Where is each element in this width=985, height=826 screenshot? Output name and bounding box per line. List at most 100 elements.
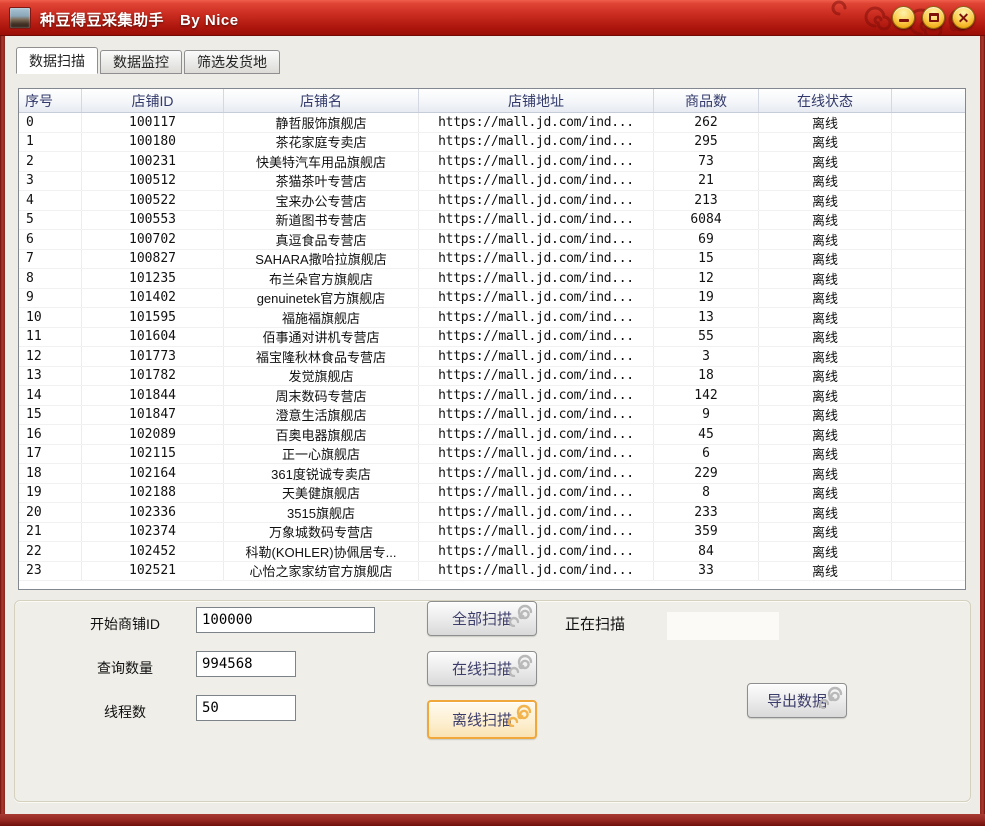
table-row[interactable]: 3 100512 茶猫茶叶专营店 https://mall.jd.com/ind… [19, 172, 965, 192]
table-row[interactable]: 12 101773 福宝隆秋林食品专营店 https://mall.jd.com… [19, 347, 965, 367]
table-row[interactable]: 16 102089 百奥电器旗舰店 https://mall.jd.com/in… [19, 425, 965, 445]
col-header-shop-url[interactable]: 店铺地址 [419, 89, 654, 112]
cell-shop-name: 布兰朵官方旗舰店 [224, 269, 419, 288]
table-row[interactable]: 21 102374 万象城数码专营店 https://mall.jd.com/i… [19, 523, 965, 543]
cell-empty [892, 367, 965, 386]
cell-shop-url: https://mall.jd.com/ind... [419, 250, 654, 269]
cell-item-count: 18 [654, 367, 759, 386]
maximize-icon [929, 13, 939, 22]
table-row[interactable]: 4 100522 宝来办公专营店 https://mall.jd.com/ind… [19, 191, 965, 211]
cell-shop-id: 102336 [82, 503, 224, 522]
scan-offline-button[interactable]: 离线扫描 [427, 700, 537, 739]
cell-item-count: 142 [654, 386, 759, 405]
table-row[interactable]: 0 100117 静哲服饰旗舰店 https://mall.jd.com/ind… [19, 113, 965, 133]
col-header-shop-name[interactable]: 店铺名 [224, 89, 419, 112]
cell-index: 0 [19, 113, 82, 132]
export-data-button[interactable]: 导出数据 [747, 683, 847, 718]
table-row[interactable]: 20 102336 3515旗舰店 https://mall.jd.com/in… [19, 503, 965, 523]
client-area: 数据扫描 数据监控 筛选发货地 序号 店铺ID 店铺名 店铺地址 商品数 在线状… [5, 36, 980, 814]
cell-item-count: 33 [654, 562, 759, 581]
cell-index: 18 [19, 464, 82, 483]
cell-empty [892, 308, 965, 327]
scan-online-button[interactable]: 在线扫描 [427, 651, 537, 686]
cell-index: 15 [19, 406, 82, 425]
table-row[interactable]: 5 100553 新道图书专营店 https://mall.jd.com/ind… [19, 211, 965, 231]
cell-shop-id: 102164 [82, 464, 224, 483]
cell-shop-url: https://mall.jd.com/ind... [419, 269, 654, 288]
cell-shop-name: 茶花家庭专卖店 [224, 133, 419, 152]
cell-item-count: 359 [654, 523, 759, 542]
cell-shop-name: SAHARA撒哈拉旗舰店 [224, 250, 419, 269]
cell-online-status: 离线 [759, 269, 892, 288]
cell-shop-id: 102521 [82, 562, 224, 581]
cell-shop-url: https://mall.jd.com/ind... [419, 191, 654, 210]
table-row[interactable]: 11 101604 佰事通对讲机专营店 https://mall.jd.com/… [19, 328, 965, 348]
cell-empty [892, 230, 965, 249]
start-shop-id-input[interactable] [196, 607, 375, 633]
table-row[interactable]: 10 101595 福施福旗舰店 https://mall.jd.com/ind… [19, 308, 965, 328]
window-frame-right [980, 36, 985, 826]
cell-shop-name: 静哲服饰旗舰店 [224, 113, 419, 132]
table-row[interactable]: 7 100827 SAHARA撒哈拉旗舰店 https://mall.jd.co… [19, 250, 965, 270]
close-icon: ✕ [958, 11, 970, 25]
cell-online-status: 离线 [759, 484, 892, 503]
query-count-label: 查询数量 [97, 658, 153, 678]
col-header-shop-id[interactable]: 店铺ID [82, 89, 224, 112]
query-count-input[interactable] [196, 651, 296, 677]
scanning-status-value [667, 612, 779, 640]
cell-online-status: 离线 [759, 191, 892, 210]
cell-item-count: 6 [654, 445, 759, 464]
cell-shop-url: https://mall.jd.com/ind... [419, 308, 654, 327]
cell-online-status: 离线 [759, 503, 892, 522]
cell-shop-name: 新道图书专营店 [224, 211, 419, 230]
cell-item-count: 233 [654, 503, 759, 522]
close-button[interactable]: ✕ [952, 6, 975, 29]
window-title: 种豆得豆采集助手By Nice [40, 9, 239, 30]
table-row[interactable]: 23 102521 心怡之家家纺官方旗舰店 https://mall.jd.co… [19, 562, 965, 582]
cell-shop-url: https://mall.jd.com/ind... [419, 523, 654, 542]
cell-shop-name: 发觉旗舰店 [224, 367, 419, 386]
table-row[interactable]: 8 101235 布兰朵官方旗舰店 https://mall.jd.com/in… [19, 269, 965, 289]
cell-online-status: 离线 [759, 211, 892, 230]
table-row[interactable]: 22 102452 科勒(KOHLER)协佩居专... https://mall… [19, 542, 965, 562]
cell-index: 19 [19, 484, 82, 503]
cell-empty [892, 289, 965, 308]
table-row[interactable]: 19 102188 天美健旗舰店 https://mall.jd.com/ind… [19, 484, 965, 504]
table-row[interactable]: 13 101782 发觉旗舰店 https://mall.jd.com/ind.… [19, 367, 965, 387]
table-row[interactable]: 9 101402 genuinetek官方旗舰店 https://mall.jd… [19, 289, 965, 309]
tab-data-scan[interactable]: 数据扫描 [16, 47, 98, 74]
start-shop-id-label: 开始商铺ID [90, 614, 160, 634]
table-row[interactable]: 18 102164 361度锐诚专卖店 https://mall.jd.com/… [19, 464, 965, 484]
col-header-item-count[interactable]: 商品数 [654, 89, 759, 112]
cell-empty [892, 113, 965, 132]
tab-filter-shipping[interactable]: 筛选发货地 [184, 50, 280, 74]
cell-empty [892, 523, 965, 542]
col-header-index[interactable]: 序号 [19, 89, 82, 112]
cell-shop-name: 361度锐诚专卖店 [224, 464, 419, 483]
cell-shop-id: 100702 [82, 230, 224, 249]
table-row[interactable]: 2 100231 快美特汽车用品旗舰店 https://mall.jd.com/… [19, 152, 965, 172]
table-row[interactable]: 14 101844 周末数码专营店 https://mall.jd.com/in… [19, 386, 965, 406]
cell-shop-name: 佰事通对讲机专营店 [224, 328, 419, 347]
app-byline: By Nice [180, 12, 239, 29]
table-row[interactable]: 6 100702 真逗食品专营店 https://mall.jd.com/ind… [19, 230, 965, 250]
thread-count-input[interactable] [196, 695, 296, 721]
window-frame-bottom [0, 814, 985, 826]
maximize-button[interactable] [922, 6, 945, 29]
cell-empty [892, 484, 965, 503]
scan-all-button[interactable]: 全部扫描 [427, 601, 537, 636]
col-header-online-status[interactable]: 在线状态 [759, 89, 892, 112]
tab-data-monitor[interactable]: 数据监控 [100, 50, 182, 74]
cell-shop-id: 101782 [82, 367, 224, 386]
table-row[interactable]: 1 100180 茶花家庭专卖店 https://mall.jd.com/ind… [19, 133, 965, 153]
cell-online-status: 离线 [759, 347, 892, 366]
cell-index: 16 [19, 425, 82, 444]
cell-shop-name: 宝来办公专营店 [224, 191, 419, 210]
table-row[interactable]: 17 102115 正一心旗舰店 https://mall.jd.com/ind… [19, 445, 965, 465]
cell-shop-id: 102452 [82, 542, 224, 561]
minimize-button[interactable] [892, 6, 915, 29]
cell-shop-id: 100827 [82, 250, 224, 269]
cell-item-count: 55 [654, 328, 759, 347]
cell-online-status: 离线 [759, 113, 892, 132]
table-row[interactable]: 15 101847 澄意生活旗舰店 https://mall.jd.com/in… [19, 406, 965, 426]
